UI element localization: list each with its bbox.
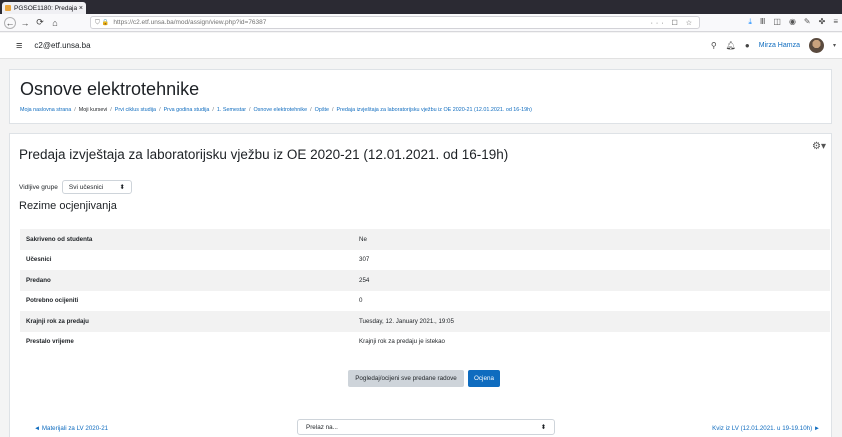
breadcrumb-item[interactable]: Osnove elektrotehnike (253, 107, 307, 113)
download-icon[interactable]: ⤓ (748, 17, 752, 27)
search-icon[interactable]: ⚲ (711, 41, 717, 50)
group-select-value: Svi učesnici (68, 183, 104, 191)
breadcrumb-item[interactable]: Predaja izvještaja za laboratorijsku vje… (337, 107, 532, 113)
home-button[interactable]: ⌂ (49, 17, 61, 29)
back-button[interactable]: ← (4, 16, 16, 29)
row-value: Tuesday, 12. January 2021., 19:05 (359, 317, 454, 325)
table-row: Prestalo vrijeme Krajnji rok za predaju … (20, 332, 830, 353)
group-select[interactable]: Svi učesnici ⬍ (61, 180, 132, 194)
row-label: Krajnji rok za predaju (26, 317, 89, 325)
select-arrows-icon: ⬍ (540, 423, 546, 431)
row-value: Ne (359, 235, 367, 243)
breadcrumb-separator: / (332, 107, 334, 113)
breadcrumb-item[interactable]: Moja naslovna strana (20, 107, 71, 113)
url-bar[interactable]: ⛉ 🔒 https://c2.etf.unsa.ba/mod/assign/vi… (90, 16, 700, 29)
browser-tabstrip: PGSOE1180: Predaja izv × (0, 0, 842, 14)
gear-icon[interactable]: ⚙▾ (812, 141, 826, 152)
header-right: ⚲ 🔔︎ ● Mirza Hamza ▾ (711, 38, 836, 53)
menu-icon[interactable]: ≡ (833, 17, 838, 27)
view-all-submissions-button[interactable]: Pogledaj/ocijeni sve predane radove (348, 370, 464, 387)
reload-button[interactable]: ⟳ (34, 17, 46, 29)
table-row: Predano 254 (20, 270, 830, 291)
jump-to-placeholder: Prelaz na... (306, 423, 338, 431)
browser-navbar: ← → ⟳ ⌂ ⛉ 🔒 https://c2.etf.unsa.ba/mod/a… (0, 14, 842, 32)
table-row: Krajnji rok za predaju Tuesday, 12. Janu… (20, 311, 830, 332)
breadcrumb-item[interactable]: 1. Semestar (217, 107, 246, 113)
row-value: 307 (359, 256, 370, 264)
action-buttons: Pogledaj/ocijeni sve predane radove Ocje… (348, 370, 500, 387)
breadcrumb-separator: / (248, 107, 251, 113)
row-label: Predano (26, 276, 51, 284)
library-icon[interactable]: Ⅲ (760, 17, 766, 27)
breadcrumb-separator: / (212, 107, 214, 113)
user-menu-caret-icon[interactable]: ▾ (833, 42, 836, 49)
group-label: Vidljive grupe (19, 183, 58, 191)
browser-toolbar-icons: ⤓ Ⅲ ◫ ◉ ✎ ✤ ≡ (748, 17, 838, 27)
user-name[interactable]: Mirza Hamza (759, 42, 800, 49)
next-activity-link[interactable]: Kviz iz LV (12.01.2021. u 19-19.10h) ► (712, 425, 820, 432)
sidebar-icon[interactable]: ◫ (773, 17, 781, 27)
select-arrows-icon: ⬍ (119, 184, 125, 191)
table-row: Učesnici 307 (20, 250, 830, 271)
row-label: Učesnici (26, 256, 52, 264)
lock-icon: 🔒 (101, 20, 110, 26)
course-title: Osnove elektrotehnike (20, 79, 200, 99)
table-row: Sakriveno od studenta Ne (20, 229, 830, 250)
row-value: 0 (359, 297, 363, 305)
hamburger-icon[interactable]: ≡ (16, 40, 22, 52)
extension-icon[interactable]: ✎ (804, 17, 811, 27)
messages-icon[interactable]: ● (745, 41, 750, 50)
breadcrumb-item[interactable]: Prva godina studija (164, 107, 210, 113)
breadcrumb: Moja naslovna strana / Moji kursevi / Prvi c… (20, 107, 532, 113)
breadcrumb-separator: / (159, 107, 161, 113)
browser-tab[interactable]: PGSOE1180: Predaja izv × (2, 2, 86, 14)
table-row: Potrebno ocijeniti 0 (20, 291, 830, 312)
url-text: https://c2.etf.unsa.ba/mod/assign/view.p… (113, 19, 267, 26)
page-actions-icons[interactable]: ··· ☐ ☆ (651, 19, 695, 27)
breadcrumb-separator: / (74, 107, 76, 113)
row-label: Prestalo vrijeme (26, 338, 74, 346)
row-label: Potrebno ocijeniti (26, 297, 79, 305)
forward-button[interactable]: → (19, 17, 31, 29)
breadcrumb-item[interactable]: Opšte (315, 107, 329, 113)
breadcrumb-item[interactable]: Prvi ciklus studija (115, 107, 156, 113)
account-icon[interactable]: ◉ (789, 17, 796, 27)
site-name[interactable]: c2@etf.unsa.ba (34, 41, 90, 50)
activity-navigation: ◄ Materijali za LV 2020-21 Prelaz na... … (10, 419, 833, 437)
favicon-icon (5, 5, 11, 11)
row-label: Sakriveno od studenta (26, 235, 93, 243)
previous-activity-link[interactable]: ◄ Materijali za LV 2020-21 (34, 425, 108, 432)
addon-icon[interactable]: ✤ (819, 17, 826, 27)
row-value: Krajnji rok za predaju je istekao (359, 338, 445, 346)
row-value: 254 (359, 276, 370, 284)
tab-title: PGSOE1180: Predaja izv (14, 4, 77, 12)
grade-button[interactable]: Ocjena (468, 370, 500, 387)
assignment-card: Predaja izvještaja za laboratorijsku vje… (9, 133, 832, 437)
group-filter: Vidljive grupe Svi učesnici ⬍ (19, 180, 132, 194)
notification-bell-icon[interactable]: 🔔︎ (726, 41, 736, 50)
avatar[interactable] (808, 38, 824, 53)
jump-to-select[interactable]: Prelaz na... ⬍ (297, 419, 555, 435)
breadcrumb-separator: / (310, 107, 312, 113)
summary-heading: Rezime ocjenjivanja (19, 200, 117, 212)
site-header: ≡ c2@etf.unsa.ba ⚲ 🔔︎ ● Mirza Hamza ▾ (0, 33, 842, 59)
course-header: Osnove elektrotehnike Moja naslovna stra… (9, 69, 832, 124)
tab-close-icon[interactable]: × (79, 5, 83, 12)
breadcrumb-item: Moji kursevi (78, 107, 108, 113)
page-title: Predaja izvještaja za laboratorijsku vje… (19, 147, 509, 162)
shield-icon: ⛉ (95, 18, 100, 26)
grading-summary-table: Sakriveno od studenta Ne Učesnici 307 Pr… (20, 229, 830, 352)
breadcrumb-separator: / (110, 107, 112, 113)
